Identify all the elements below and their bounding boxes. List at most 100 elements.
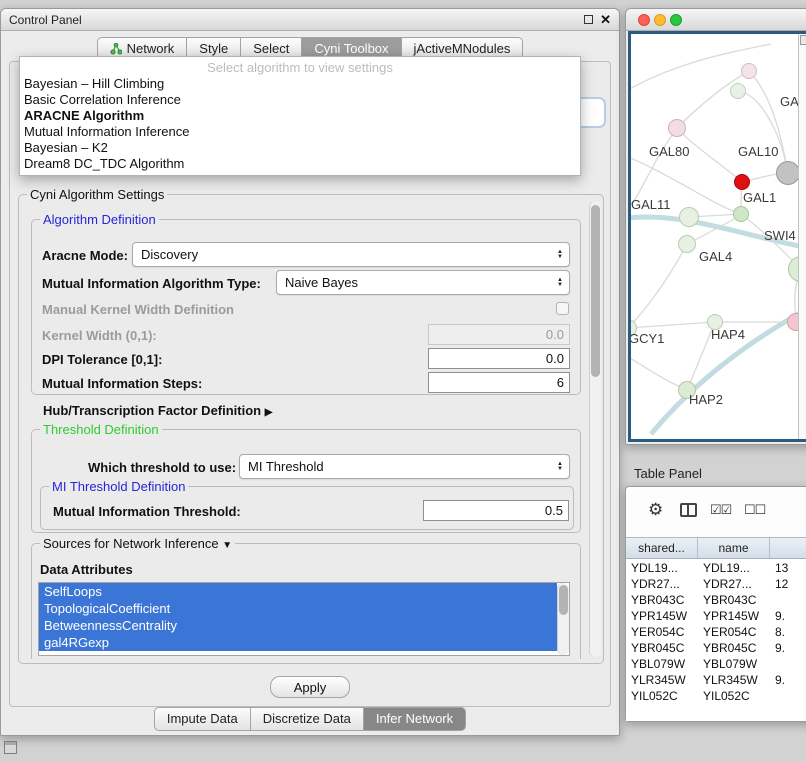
table-row[interactable]: YLR345W YLR345W 9. bbox=[626, 672, 806, 688]
minimized-panel-icon[interactable] bbox=[4, 741, 17, 754]
table-row[interactable]: YBR045C YBR045C 9. bbox=[626, 640, 806, 656]
network-node[interactable] bbox=[668, 119, 686, 137]
cell-extra[interactable] bbox=[770, 688, 806, 704]
mi-steps-input[interactable]: 6 bbox=[428, 372, 570, 393]
list-scrollbar[interactable] bbox=[557, 583, 569, 655]
dpi-tolerance-input[interactable]: 0.0 bbox=[428, 348, 570, 369]
cell-name[interactable]: YER054C bbox=[698, 624, 770, 640]
network-node[interactable] bbox=[678, 235, 696, 253]
zoom-traffic-light[interactable] bbox=[670, 14, 682, 26]
mi-algorithm-type-select[interactable]: Naive Bayes ▲▼ bbox=[276, 270, 570, 295]
scrollbar-arrow-box[interactable] bbox=[800, 35, 806, 45]
network-node[interactable] bbox=[679, 207, 699, 227]
dropdown-item[interactable]: Dream8 DC_TDC Algorithm bbox=[20, 156, 580, 172]
cell-extra[interactable]: 8. bbox=[770, 624, 806, 640]
column-header-shared[interactable]: shared... bbox=[626, 538, 698, 558]
cell-extra[interactable]: 9. bbox=[770, 640, 806, 656]
table-row[interactable]: YBL079W YBL079W bbox=[626, 656, 806, 672]
settings-scrollbar-thumb[interactable] bbox=[591, 205, 600, 377]
list-item[interactable]: TopologicalCoefficient bbox=[39, 600, 557, 617]
gear-icon[interactable]: ⚙ bbox=[648, 501, 663, 518]
cell-name[interactable]: YLR345W bbox=[698, 672, 770, 688]
network-node-gray[interactable] bbox=[776, 161, 800, 185]
tab-infer-network[interactable]: Infer Network bbox=[363, 707, 466, 731]
select-all-icon[interactable]: ☑☑ bbox=[710, 502, 731, 518]
cell-shared[interactable]: YBR043C bbox=[626, 592, 698, 608]
cell-name[interactable]: YPR145W bbox=[698, 608, 770, 624]
table-row[interactable]: YPR145W YPR145W 9. bbox=[626, 608, 806, 624]
cell-shared[interactable]: YPR145W bbox=[626, 608, 698, 624]
node-label: GAL11 bbox=[631, 197, 671, 212]
cell-name[interactable]: YBR043C bbox=[698, 592, 770, 608]
cell-name[interactable]: YBL079W bbox=[698, 656, 770, 672]
cell-name[interactable]: YDL19... bbox=[698, 560, 770, 576]
dropdown-item-selected[interactable]: ARACNE Algorithm bbox=[20, 108, 580, 124]
minimize-traffic-light[interactable] bbox=[654, 14, 666, 26]
table-row[interactable]: YDL19... YDL19... 13 bbox=[626, 560, 806, 576]
hub-definition-toggle[interactable]: Hub/Transcription Factor Definition ▶ bbox=[43, 403, 272, 418]
dropdown-item[interactable]: Mutual Information Inference bbox=[20, 124, 580, 140]
cell-shared[interactable]: YLR345W bbox=[626, 672, 698, 688]
float-window-icon[interactable] bbox=[584, 15, 593, 24]
list-scrollbar-thumb[interactable] bbox=[559, 585, 568, 615]
close-icon[interactable]: ✕ bbox=[600, 12, 611, 28]
node-label: GAL4 bbox=[699, 249, 732, 264]
apply-button[interactable]: Apply bbox=[270, 676, 350, 698]
mi-steps-label: Mutual Information Steps: bbox=[42, 376, 202, 391]
tab-impute-data[interactable]: Impute Data bbox=[154, 707, 251, 731]
cell-shared[interactable]: YDR27... bbox=[626, 576, 698, 592]
table-panel-window: ⚙ ☑☑ ☐☐ shared... name YDL19... YDL19...… bbox=[625, 486, 806, 722]
cell-shared[interactable]: YIL052C bbox=[626, 688, 698, 704]
aracne-mode-label: Aracne Mode: bbox=[42, 248, 128, 263]
aracne-mode-select[interactable]: Discovery ▲▼ bbox=[132, 242, 570, 267]
tab-discretize-data[interactable]: Discretize Data bbox=[250, 707, 364, 731]
cell-shared[interactable]: YBR045C bbox=[626, 640, 698, 656]
network-node[interactable] bbox=[730, 83, 746, 99]
dropdown-item[interactable]: Basic Correlation Inference bbox=[20, 92, 580, 108]
network-node[interactable] bbox=[733, 206, 749, 222]
cell-extra[interactable]: 9. bbox=[770, 608, 806, 624]
list-item[interactable]: SelfLoops bbox=[39, 583, 557, 600]
dropdown-item[interactable]: Bayesian – K2 bbox=[20, 140, 580, 156]
list-item[interactable]: BetweennessCentrality bbox=[39, 617, 557, 634]
cell-extra[interactable]: 9. bbox=[770, 672, 806, 688]
cell-name[interactable]: YBR045C bbox=[698, 640, 770, 656]
chevron-down-icon[interactable]: ▼ bbox=[222, 540, 232, 551]
kernel-width-input[interactable]: 0.0 bbox=[428, 324, 570, 345]
columns-icon[interactable] bbox=[680, 503, 697, 517]
close-traffic-light[interactable] bbox=[638, 14, 650, 26]
cell-shared[interactable]: YER054C bbox=[626, 624, 698, 640]
cell-extra[interactable] bbox=[770, 592, 806, 608]
data-attributes-list[interactable]: SelfLoops TopologicalCoefficient Between… bbox=[38, 582, 570, 656]
dropdown-item[interactable]: Bayesian – Hill Climbing bbox=[20, 76, 580, 92]
network-scrollbar[interactable] bbox=[798, 34, 806, 439]
list-item[interactable]: gal4RGexp bbox=[39, 634, 557, 651]
cell-name[interactable]: YIL052C bbox=[698, 688, 770, 704]
table-row[interactable]: YIL052C YIL052C bbox=[626, 688, 806, 704]
column-header-name[interactable]: name bbox=[698, 538, 770, 558]
cell-shared[interactable]: YDL19... bbox=[626, 560, 698, 576]
cell-shared[interactable]: YBL079W bbox=[626, 656, 698, 672]
cell-extra[interactable]: 13 bbox=[770, 560, 806, 576]
network-canvas[interactable]: GAL7 GAL80 GAL10 GAL11 GAL1 SWI4 GAL4 GC… bbox=[628, 31, 806, 442]
table-row[interactable]: YDR27... YDR27... 12 bbox=[626, 576, 806, 592]
chevron-right-icon[interactable]: ▶ bbox=[265, 407, 273, 418]
table-row[interactable]: YBR043C YBR043C bbox=[626, 592, 806, 608]
network-window-titlebar[interactable] bbox=[626, 9, 806, 31]
mi-threshold-input[interactable]: 0.5 bbox=[423, 500, 569, 521]
cell-extra[interactable]: 12 bbox=[770, 576, 806, 592]
group-title: Threshold Definition bbox=[40, 422, 162, 437]
dropdown-placeholder[interactable]: Select algorithm to view settings bbox=[20, 59, 580, 76]
which-threshold-select[interactable]: MI Threshold ▲▼ bbox=[239, 454, 570, 479]
settings-scrollbar[interactable] bbox=[589, 201, 601, 657]
network-node[interactable] bbox=[741, 63, 757, 79]
cell-name[interactable]: YDR27... bbox=[698, 576, 770, 592]
cell-extra[interactable] bbox=[770, 656, 806, 672]
network-node-red[interactable] bbox=[734, 174, 750, 190]
deselect-all-icon[interactable]: ☐☐ bbox=[744, 502, 765, 518]
control-panel-titlebar[interactable]: Control Panel ✕ bbox=[1, 9, 619, 31]
table-row[interactable]: YER054C YER054C 8. bbox=[626, 624, 806, 640]
column-header-extra[interactable] bbox=[770, 538, 806, 558]
sources-toggle[interactable]: Sources for Network Inference ▼ bbox=[40, 536, 235, 551]
manual-kernel-checkbox[interactable] bbox=[556, 302, 569, 315]
